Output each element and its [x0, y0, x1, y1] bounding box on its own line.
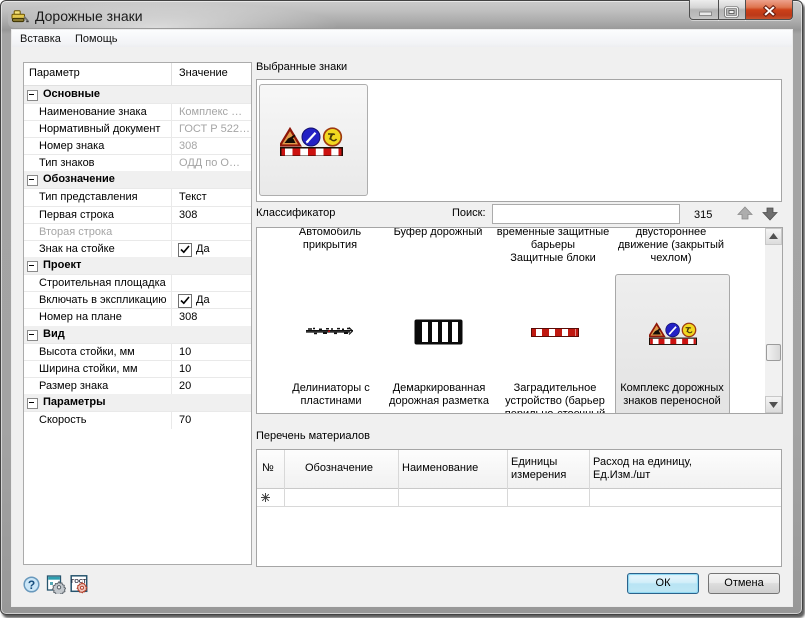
- svg-text:?: ?: [28, 578, 35, 592]
